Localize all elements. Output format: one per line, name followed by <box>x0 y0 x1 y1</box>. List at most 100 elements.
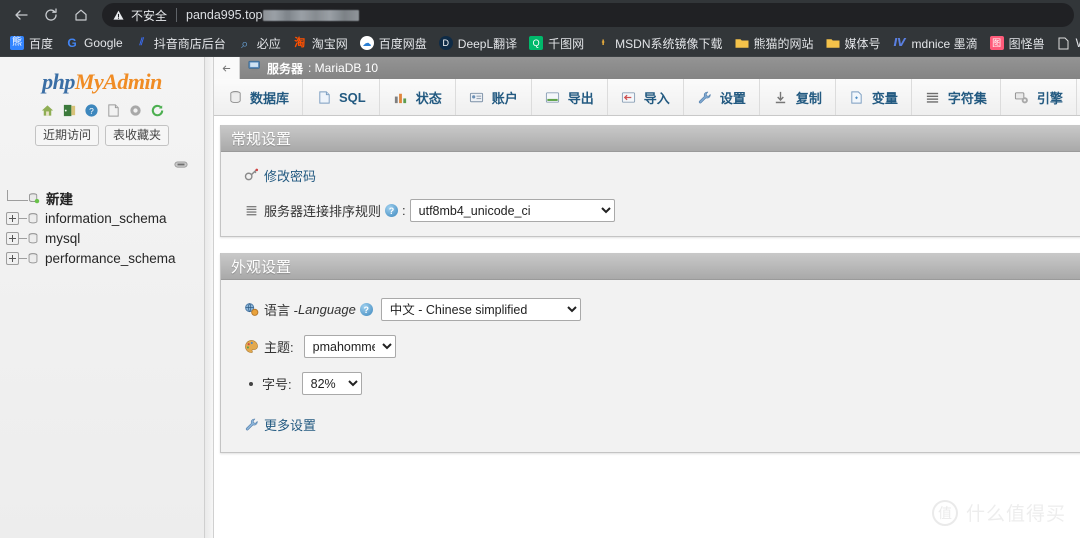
tree-item-information-schema[interactable]: information_schema <box>6 208 204 228</box>
theme-label: 主题: <box>264 340 294 355</box>
tab-label: 字符集 <box>947 90 987 106</box>
tab-import[interactable]: 导入 <box>608 79 684 115</box>
reload-icon[interactable] <box>36 1 66 29</box>
url-text: panda995.top <box>186 8 263 22</box>
sidebar-resize-handle[interactable] <box>205 57 214 538</box>
bookmark-item[interactable]: G Google <box>59 33 129 54</box>
bing-search-icon: ⌕ <box>241 36 249 50</box>
bookmark-item[interactable]: 媒体号 <box>820 33 887 54</box>
help-icon[interactable]: ? <box>359 303 373 316</box>
bookmark-item[interactable]: ☁ 百度网盘 <box>354 33 433 54</box>
phpmyadmin-page: phpMyAdmin ? 近期访问 表收藏夹 新建 information_sc… <box>0 57 1080 538</box>
phpmyadmin-logo[interactable]: phpMyAdmin <box>0 69 204 95</box>
back-arrow-icon[interactable] <box>6 1 36 29</box>
variables-icon <box>849 89 865 105</box>
panel-header: 外观设置 <box>221 253 1080 280</box>
bookmark-item[interactable]: 图图怪兽 <box>984 33 1051 54</box>
panel-body: 语言 - Language ? 中文 - Chinese simplified … <box>221 280 1080 452</box>
tab-label: 复制 <box>795 90 822 106</box>
bookmark-item[interactable]: 熊猫的网站 <box>729 33 820 54</box>
tree-item-label: 新建 <box>46 192 73 207</box>
wrench-icon <box>697 89 713 105</box>
tab-label: 变量 <box>871 90 898 106</box>
help-icon[interactable]: ? <box>385 204 399 217</box>
watermark: 值 什么值得买 <box>931 499 1066 526</box>
language-row: 语言 - Language ? 中文 - Chinese simplified <box>243 298 1080 321</box>
tab-sql[interactable]: SQL <box>303 79 380 115</box>
baidu-icon: 熊 <box>10 36 24 50</box>
expand-plus-icon[interactable] <box>6 251 19 265</box>
reload-icon[interactable] <box>149 102 165 118</box>
list-icon <box>243 203 259 219</box>
tab-charsets[interactable]: 字符集 <box>912 79 1001 115</box>
bookmark-item[interactable]: ⌕ 必应 <box>232 33 287 54</box>
panel-title: 外观设置 <box>231 258 292 276</box>
qiantu-icon: Q <box>529 36 544 50</box>
general-settings-panel: 常规设置 修改密码 服务器连接排序规则 ?: utf8mb4_unicode_… <box>220 125 1080 237</box>
panel-header: 常规设置 <box>221 125 1080 152</box>
tab-accounts[interactable]: 账户 <box>456 79 532 115</box>
help-docs-icon[interactable]: ? <box>83 102 99 118</box>
tree-item-performance-schema[interactable]: performance_schema <box>6 248 204 268</box>
msdn-icon: ᵼ <box>601 37 605 48</box>
bookmark-item[interactable]: Q 千图网 <box>523 33 590 54</box>
panel-title: 常规设置 <box>231 130 292 148</box>
recent-tables-tab[interactable]: 近期访问 <box>34 125 99 146</box>
browser-toolbar: 不安全 panda995.top <box>0 0 1080 30</box>
palette-icon <box>243 339 259 355</box>
expand-plus-icon[interactable] <box>6 211 19 225</box>
more-settings-link[interactable]: 更多设置 <box>264 415 316 434</box>
change-password-link[interactable]: 修改密码 <box>264 166 316 185</box>
collapse-sidebar-button[interactable] <box>214 57 240 79</box>
url-redacted-blur <box>263 9 360 21</box>
collation-colon: : <box>402 203 406 218</box>
home-icon[interactable] <box>39 102 55 118</box>
tab-status[interactable]: 状态 <box>380 79 456 115</box>
bookmark-item[interactable]: 淘淘宝网 <box>287 33 354 54</box>
bookmark-label: 熊猫的网站 <box>753 36 814 51</box>
tree-item-mysql[interactable]: mysql <box>6 228 204 248</box>
engines-icon <box>1014 89 1030 105</box>
bookmark-label: DeepL翻译 <box>457 36 518 51</box>
bookmark-item[interactable]: Wir <box>1051 33 1080 54</box>
settings-gear-icon[interactable] <box>127 102 143 118</box>
server-icon <box>248 60 262 76</box>
chain-link-icon[interactable] <box>174 156 188 174</box>
panel-body: 修改密码 服务器连接排序规则 ? : utf8mb4_unicode_ci <box>221 152 1080 236</box>
home-icon[interactable] <box>66 1 96 29</box>
svg-text:?: ? <box>89 105 94 115</box>
fontsize-select[interactable]: 82% <box>301 372 362 395</box>
bookmark-item[interactable]: ⫽ 抖音商店后台 <box>129 33 232 54</box>
tab-label: 导出 <box>567 90 594 106</box>
address-bar[interactable]: 不安全 panda995.top <box>102 3 1074 27</box>
export-icon <box>545 89 561 105</box>
database-icon <box>27 252 39 265</box>
language-select[interactable]: 中文 - Chinese simplified <box>380 298 581 321</box>
bookmark-item[interactable]: ᵼ MSDN系统镜像下载 <box>590 33 728 54</box>
bookmark-item[interactable]: 熊百度 <box>4 33 59 54</box>
tab-settings[interactable]: 设置 <box>684 79 760 115</box>
wiki-icon[interactable] <box>105 102 121 118</box>
sidebar-icon-row: ? <box>0 102 204 118</box>
bookmark-label: 抖音商店后台 <box>153 36 226 51</box>
tab-variables[interactable]: 变量 <box>836 79 912 115</box>
bookmark-item[interactable]: D DeepL翻译 <box>433 33 523 54</box>
tab-label: 账户 <box>491 90 518 106</box>
tab-export[interactable]: 导出 <box>532 79 608 115</box>
bookmark-item[interactable]: Ⅳmdnice 墨滴 <box>887 33 984 54</box>
server-breadcrumb: 服务器: MariaDB 10 <box>248 60 378 77</box>
tab-engines[interactable]: 引擎 <box>1001 79 1077 115</box>
logout-icon[interactable] <box>61 102 77 118</box>
tree-item-new[interactable]: 新建 <box>6 188 204 208</box>
theme-select[interactable]: pmahomme <box>303 335 396 358</box>
tab-databases[interactable]: 数据库 <box>214 79 304 115</box>
server-collation-select[interactable]: utf8mb4_unicode_ci <box>409 199 615 222</box>
accounts-icon <box>469 89 485 105</box>
tab-label: 设置 <box>719 90 746 106</box>
database-icon <box>27 232 39 245</box>
expand-plus-icon[interactable] <box>6 231 19 245</box>
favorite-tables-tab[interactable]: 表收藏夹 <box>105 125 170 146</box>
watermark-text: 什么值得买 <box>965 504 1066 525</box>
bookmark-label: 百度 <box>29 36 54 51</box>
tab-replication[interactable]: 复制 <box>760 79 836 115</box>
